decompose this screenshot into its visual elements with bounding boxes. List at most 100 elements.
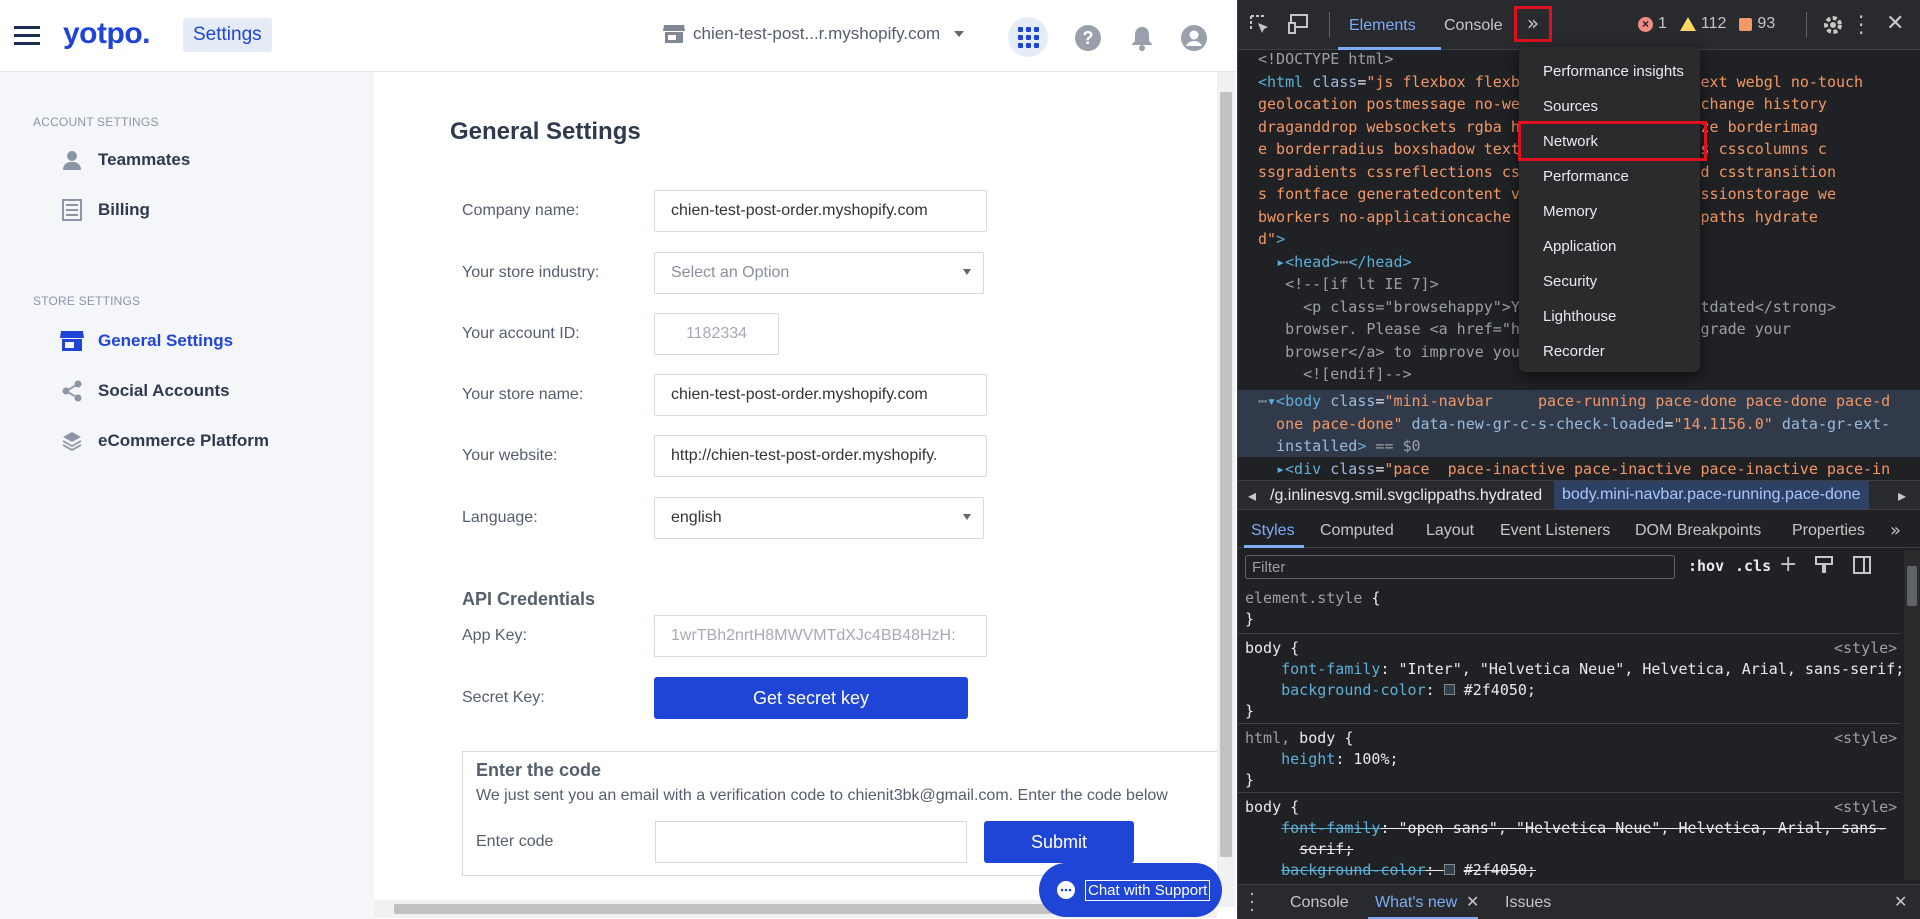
- drawer-tabbar: · · · Console What's new ✕ Issues ✕: [1238, 884, 1920, 919]
- sidebar-item-label: eCommerce Platform: [98, 431, 270, 450]
- kebab-menu-icon[interactable]: · · ·: [1858, 7, 1864, 43]
- website-field[interactable]: http://chien-test-post-order.myshopify.: [654, 435, 987, 477]
- yotpo-page: yotpo. Settings chien-test-post...r.mysh…: [0, 0, 1237, 919]
- bell-icon[interactable]: [1130, 25, 1154, 51]
- style-source-link[interactable]: <style>: [1834, 638, 1897, 659]
- selected-dom-node-text: ⋯▾<body class="mini-navbar pace-running …: [1258, 392, 1891, 455]
- language-value: english: [671, 509, 722, 526]
- yotpo-logo[interactable]: yotpo.: [63, 17, 151, 51]
- tab-elements[interactable]: Elements: [1349, 13, 1416, 39]
- chat-with-support-button[interactable]: Chat with Support: [1039, 863, 1222, 917]
- error-icon: ×: [1638, 16, 1653, 32]
- sidebar-item-teammates[interactable]: Teammates: [60, 143, 190, 177]
- breadcrumb-item[interactable]: /g.inlinesvg.smil.svgclippaths.hydrated: [1270, 487, 1542, 505]
- store-icon: [60, 329, 84, 353]
- vertical-scrollbar[interactable]: [1217, 72, 1235, 907]
- tab-console[interactable]: Console: [1444, 13, 1503, 39]
- style-rule-body-overridden: body { font-family: "open sans", "Helvet…: [1245, 798, 1887, 879]
- styles-scrollbar[interactable]: [1904, 550, 1920, 880]
- menu-item-memory[interactable]: Memory: [1543, 203, 1597, 220]
- close-tab-icon[interactable]: ✕: [1466, 892, 1479, 911]
- warning-count-value: 112: [1700, 15, 1727, 32]
- network-highlight: [1518, 121, 1707, 161]
- menu-item-security[interactable]: Security: [1543, 273, 1597, 290]
- store-name-label: Your store name:: [462, 386, 584, 403]
- hover-state-toggle[interactable]: :hov: [1688, 557, 1724, 575]
- help-icon[interactable]: ?: [1075, 25, 1101, 51]
- menu-item-performance-insights[interactable]: Performance insights: [1543, 63, 1684, 80]
- account-settings-heading: ACCOUNT SETTINGS: [33, 115, 159, 129]
- breadcrumb-item-active[interactable]: body.mini-navbar.pace-running.pace-done: [1554, 481, 1869, 509]
- menu-item-recorder[interactable]: Recorder: [1543, 343, 1605, 360]
- store-selector[interactable]: chien-test-post...r.myshopify.com: [663, 24, 965, 44]
- account-id-field: 1182334: [654, 313, 779, 355]
- hamburger-icon[interactable]: [14, 26, 40, 46]
- drawer-menu-icon[interactable]: · · ·: [1249, 884, 1255, 918]
- color-format-icon[interactable]: [1815, 556, 1833, 574]
- menu-item-application[interactable]: Application: [1543, 238, 1616, 255]
- breadcrumb: ◂ /g.inlinesvg.smil.svgclippaths.hydrate…: [1238, 480, 1920, 510]
- store-industry-select[interactable]: Select an Option: [654, 252, 984, 294]
- enter-code-input[interactable]: [655, 821, 967, 863]
- style-source-link[interactable]: <style>: [1834, 728, 1897, 749]
- language-label: Language:: [462, 509, 538, 526]
- error-count[interactable]: × 1 112 93: [1638, 15, 1775, 33]
- styles-tab-underline: [1244, 545, 1304, 548]
- devtools-panel: Elements Console » × 1 112 93 · · · ✕ <!DO…: [1237, 0, 1920, 919]
- language-select[interactable]: english: [654, 497, 984, 539]
- submit-button[interactable]: Submit: [984, 821, 1134, 863]
- warning-icon: [1679, 17, 1696, 31]
- breadcrumb-right-arrow[interactable]: ▸: [1898, 486, 1906, 506]
- add-style-rule-icon[interactable]: +: [1779, 552, 1797, 577]
- get-secret-key-button[interactable]: Get secret key: [654, 677, 968, 719]
- list-icon: [60, 198, 84, 222]
- section-badge: Settings: [183, 18, 272, 52]
- class-toggle[interactable]: .cls: [1735, 557, 1771, 575]
- menu-item-performance[interactable]: Performance: [1543, 168, 1629, 185]
- company-name-field[interactable]: chien-test-post-order.myshopify.com: [654, 190, 987, 232]
- tab-styles[interactable]: Styles: [1251, 522, 1295, 540]
- store-industry-label: Your store industry:: [462, 264, 600, 281]
- account-avatar-icon[interactable]: [1181, 25, 1207, 51]
- website-label: Your website:: [462, 447, 558, 464]
- enter-code-label: Enter code: [476, 833, 554, 850]
- sidebar-item-billing[interactable]: Billing: [60, 193, 150, 227]
- menu-item-lighthouse[interactable]: Lighthouse: [1543, 308, 1616, 325]
- page-title: General Settings: [450, 118, 641, 145]
- sidebar-item-label: Billing: [98, 200, 150, 219]
- tab-computed[interactable]: Computed: [1320, 522, 1394, 540]
- apps-grid-icon[interactable]: [1008, 17, 1048, 57]
- styles-filter-input[interactable]: Filter: [1245, 555, 1675, 579]
- sidebar-item-social-accounts[interactable]: Social Accounts: [60, 374, 230, 408]
- app-key-field[interactable]: 1wrTBh2nrtH8MWVMTdXJc4BB48HzH:: [654, 615, 987, 657]
- styles-more-tabs-icon[interactable]: »: [1890, 520, 1901, 541]
- device-toolbar-icon[interactable]: [1288, 14, 1310, 34]
- tab-properties[interactable]: Properties: [1792, 522, 1865, 540]
- inspect-element-icon[interactable]: [1250, 15, 1270, 35]
- tab-layout[interactable]: Layout: [1426, 522, 1474, 540]
- breadcrumb-left-arrow[interactable]: ◂: [1248, 486, 1256, 506]
- sidebar-item-ecommerce-platform[interactable]: eCommerce Platform: [60, 424, 269, 458]
- menu-item-sources[interactable]: Sources: [1543, 98, 1598, 115]
- tab-event-listeners[interactable]: Event Listeners: [1500, 522, 1610, 540]
- drawer-tab-whats-new[interactable]: What's new: [1375, 894, 1457, 912]
- more-tabs-highlight: [1514, 6, 1552, 42]
- store-name-field[interactable]: chien-test-post-order.myshopify.com: [654, 374, 987, 416]
- close-devtools-icon[interactable]: ✕: [1886, 11, 1904, 36]
- account-id-label: Your account ID:: [462, 325, 580, 342]
- close-drawer-icon[interactable]: ✕: [1894, 892, 1907, 911]
- app-key-label: App Key:: [462, 627, 527, 644]
- enter-code-title: Enter the code: [476, 760, 602, 780]
- toggle-sidebar-icon[interactable]: [1853, 556, 1871, 574]
- issues-count-value: 93: [1757, 15, 1776, 32]
- tab-dom-breakpoints[interactable]: DOM Breakpoints: [1635, 522, 1761, 540]
- sidebar-item-general-settings[interactable]: General Settings: [60, 324, 233, 358]
- style-source-link[interactable]: <style>: [1834, 797, 1897, 818]
- error-count-value: 1: [1658, 15, 1667, 32]
- store-industry-placeholder: Select an Option: [671, 264, 790, 281]
- drawer-tab-issues[interactable]: Issues: [1505, 894, 1551, 912]
- sidebar: ACCOUNT SETTINGS Teammates Billing STORE…: [0, 72, 374, 919]
- settings-gear-icon[interactable]: [1822, 14, 1844, 36]
- drawer-tab-console[interactable]: Console: [1290, 894, 1349, 912]
- chat-label: Chat with Support: [1085, 879, 1211, 901]
